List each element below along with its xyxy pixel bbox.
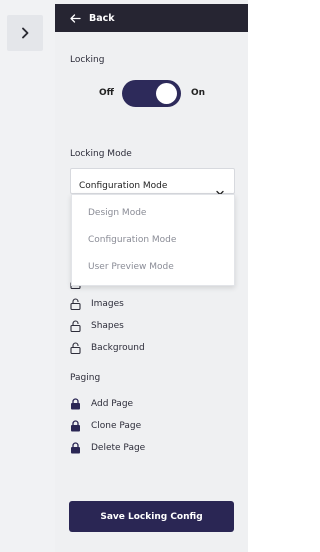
option-label: Configuration Mode [88, 235, 177, 245]
locking-section-label: Locking [70, 55, 105, 65]
paging-item-add-page[interactable]: Add Page [69, 397, 133, 411]
toggle-knob [156, 83, 177, 104]
save-locking-config-button[interactable]: Save Locking Config [69, 501, 234, 532]
locking-toggle[interactable] [122, 80, 181, 107]
paging-item-label: Add Page [91, 399, 134, 409]
paging-item-delete-page[interactable]: Delete Page [69, 441, 145, 455]
lock-closed-icon [69, 420, 81, 433]
back-label: Back [89, 12, 115, 24]
left-rail [0, 0, 55, 552]
arrow-left-icon [70, 13, 81, 23]
paging-item-clone-page[interactable]: Clone Page [69, 419, 141, 433]
lock-closed-icon [69, 442, 81, 455]
lock-open-icon [69, 320, 81, 333]
lock-item-background[interactable]: Background [69, 341, 145, 355]
paging-section-label: Paging [70, 373, 101, 383]
option-label: User Preview Mode [88, 262, 174, 272]
locking-panel: Back Locking Off On Locking Mode Configu… [55, 0, 248, 552]
lock-item-label: Shapes [91, 321, 124, 331]
expand-panel-button[interactable] [7, 15, 43, 51]
option-label: Design Mode [88, 208, 147, 218]
locking-mode-select[interactable]: Configuration Mode [70, 168, 235, 196]
lock-item-images[interactable]: Images [69, 297, 124, 311]
lock-closed-icon [69, 398, 81, 411]
paging-item-label: Clone Page [91, 421, 142, 431]
lock-open-icon [69, 298, 81, 311]
lock-item-shapes[interactable]: Shapes [69, 319, 124, 333]
lock-open-icon [69, 342, 81, 355]
locking-config-screen: Back Locking Off On Locking Mode Configu… [0, 0, 253, 552]
back-button[interactable]: Back [55, 4, 248, 32]
locking-toggle-row: Off On [55, 80, 248, 108]
paging-item-label: Delete Page [91, 443, 146, 453]
locking-mode-label: Locking Mode [70, 149, 132, 159]
toggle-on-label: On [191, 88, 206, 98]
option-user-preview-mode[interactable]: User Preview Mode [72, 254, 234, 280]
toggle-off-label: Off [99, 88, 114, 98]
chevron-right-icon [20, 24, 30, 43]
locking-mode-value: Configuration Mode [79, 181, 168, 191]
locking-mode-dropdown: Design Mode Configuration Mode User Prev… [71, 194, 235, 286]
option-design-mode[interactable]: Design Mode [72, 200, 234, 226]
lock-item-label: Images [91, 299, 124, 309]
lock-item-label: Background [91, 343, 145, 353]
option-configuration-mode[interactable]: Configuration Mode [72, 227, 234, 253]
